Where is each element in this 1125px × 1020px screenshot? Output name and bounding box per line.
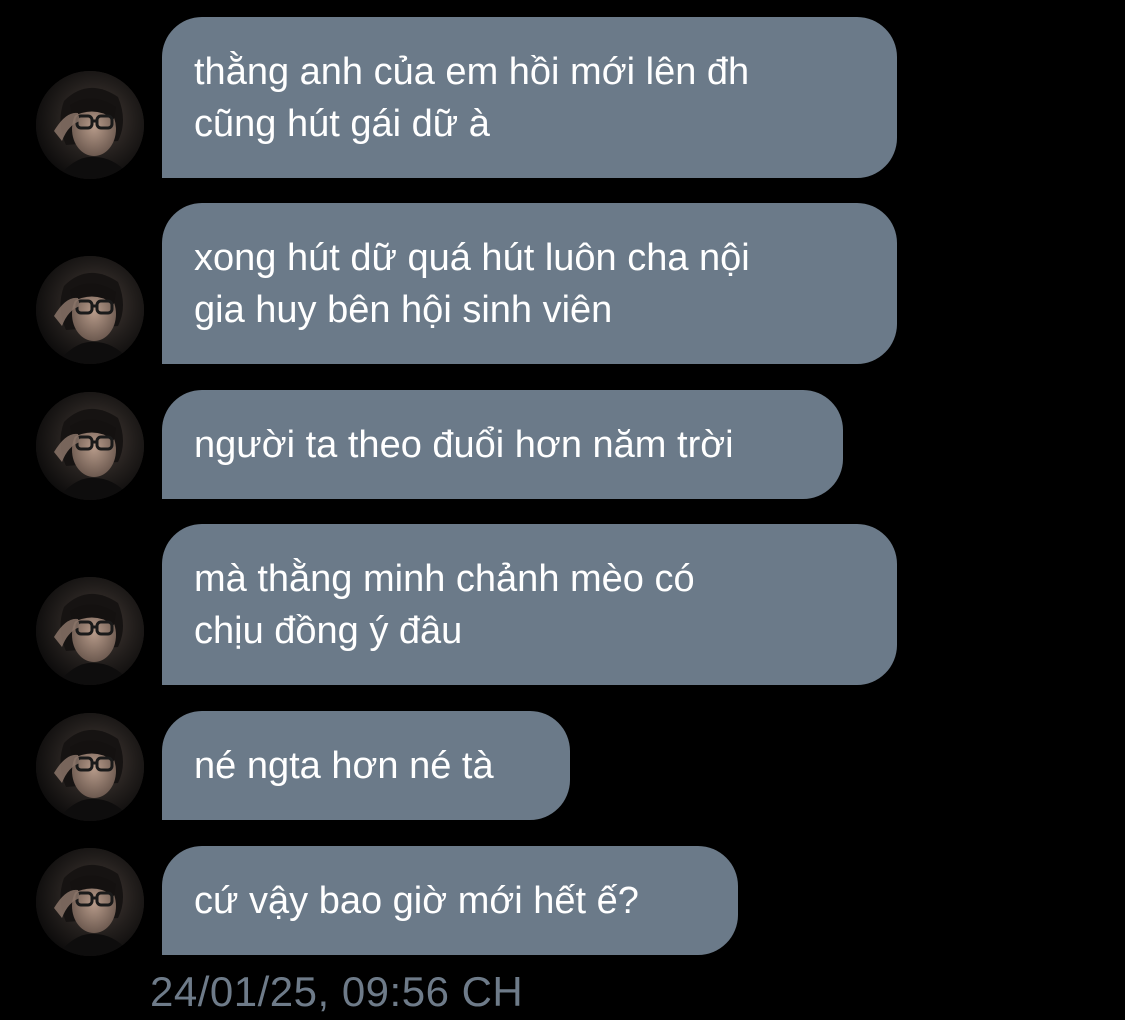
message-bubble[interactable]: mà thằng minh chảnh mèo có chịu đồng ý đ… [162, 524, 897, 685]
message-bubble[interactable]: cứ vậy bao giờ mới hết ế? [162, 846, 738, 955]
message-bubble[interactable]: thằng anh của em hồi mới lên đh cũng hút… [162, 17, 897, 178]
avatar-icon[interactable] [36, 256, 144, 364]
avatar-icon[interactable] [36, 848, 144, 956]
avatar-icon[interactable] [36, 577, 144, 685]
avatar-icon[interactable] [36, 713, 144, 821]
avatar-icon[interactable] [36, 392, 144, 500]
message-bubble[interactable]: xong hút dữ quá hút luôn cha nội gia huy… [162, 203, 897, 364]
message-bubble[interactable]: né ngta hơn né tà [162, 711, 570, 820]
message-timestamp: 24/01/25, 09:56 CH [150, 968, 524, 1015]
message-bubble[interactable]: người ta theo đuổi hơn năm trời [162, 390, 843, 499]
avatar-icon[interactable] [36, 71, 144, 179]
chat-thread: thằng anh của em hồi mới lên đh cũng hút… [0, 0, 1125, 1017]
